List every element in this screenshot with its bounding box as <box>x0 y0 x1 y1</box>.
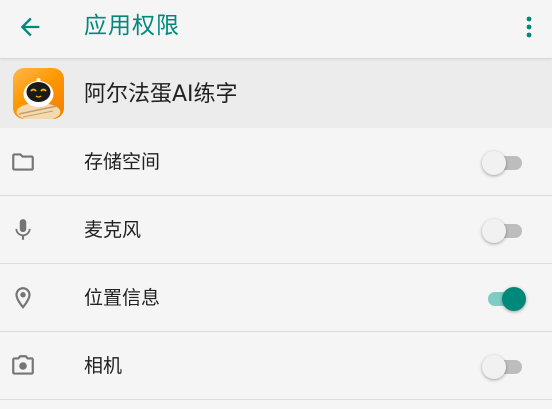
permission-row-storage[interactable]: 存储空间 <box>0 128 552 196</box>
permission-label: 相机 <box>84 355 123 377</box>
folder-icon <box>10 149 36 175</box>
toggle-thumb <box>482 219 506 243</box>
permission-row-microphone[interactable]: 麦克风 <box>0 196 552 264</box>
back-button[interactable] <box>12 9 48 45</box>
more-options-button[interactable] <box>514 9 544 45</box>
app-mascot-icon <box>13 68 64 119</box>
permission-row-camera[interactable]: 相机 <box>0 332 552 400</box>
permission-label: 位置信息 <box>84 287 161 309</box>
toggle-thumb <box>502 287 526 311</box>
permission-list: 存储空间 麦克风 位置信息 相机 <box>0 128 552 400</box>
permission-toggle[interactable] <box>480 354 524 380</box>
toggle-thumb <box>482 151 506 175</box>
toggle-thumb <box>482 355 506 379</box>
app-info-header: 阿尔法蛋AI练字 <box>0 58 552 128</box>
more-vert-icon <box>526 16 532 38</box>
permission-toggle[interactable] <box>480 286 526 312</box>
permission-label: 存储空间 <box>84 151 161 173</box>
permission-toggle[interactable] <box>480 150 524 176</box>
app-permissions-screen: 应用权限 阿尔法蛋AI练字 存储空间 麦克风 位置信息 相机 <box>0 0 552 409</box>
permission-label: 麦克风 <box>84 219 142 241</box>
camera-icon <box>10 353 36 379</box>
page-title: 应用权限 <box>84 13 180 39</box>
top-app-bar: 应用权限 <box>0 0 552 58</box>
microphone-icon <box>10 217 36 243</box>
permission-toggle[interactable] <box>480 218 524 244</box>
app-name: 阿尔法蛋AI练字 <box>84 82 238 107</box>
arrow-left-icon <box>20 17 40 37</box>
permission-row-location[interactable]: 位置信息 <box>0 264 552 332</box>
location-pin-icon <box>10 285 36 311</box>
